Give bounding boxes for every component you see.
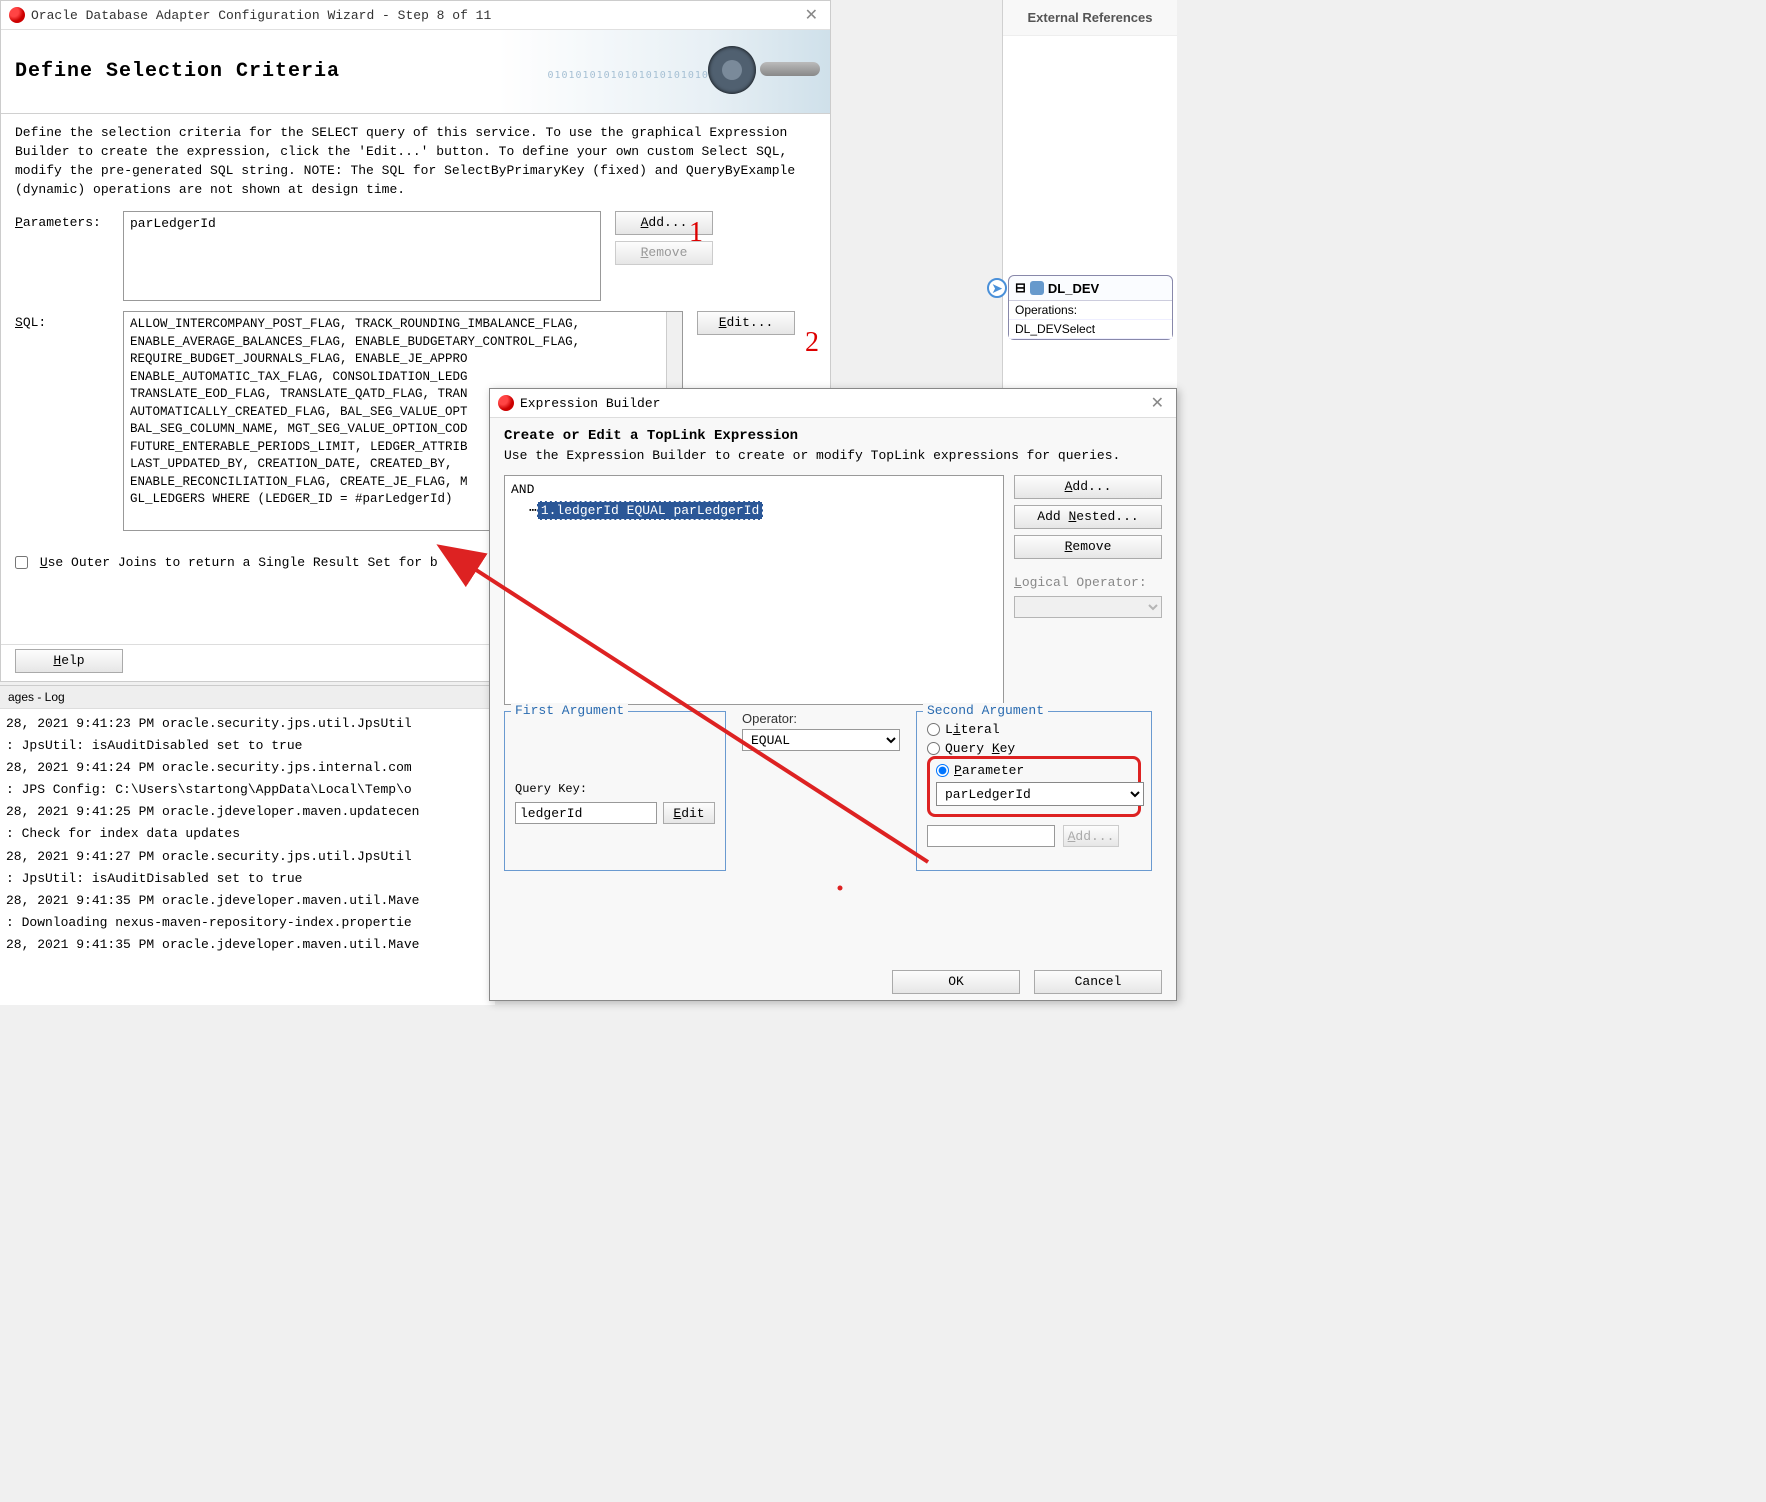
second-arg-blank-input[interactable] — [927, 825, 1055, 847]
operator-label: Operator: — [742, 711, 900, 726]
wand-icon — [760, 62, 820, 76]
tree-child-expression[interactable]: ⋯1.ledgerId EQUAL parLedgerId — [529, 501, 997, 520]
expr-add-nested-button[interactable]: Add Nested... — [1014, 505, 1162, 529]
minus-icon[interactable]: ⊟ — [1015, 280, 1026, 296]
query-key-label: Query Key: — [515, 782, 715, 796]
expression-builder-dialog: Expression Builder ✕ Create or Edit a To… — [489, 388, 1177, 1001]
wizard-titlebar: Oracle Database Adapter Configuration Wi… — [1, 1, 830, 30]
radio-parameter-row[interactable]: Parameter — [936, 763, 1132, 778]
second-argument-legend: Second Argument — [923, 703, 1048, 718]
logical-operator-label: Logical Operator: — [1014, 575, 1162, 590]
reference-node-dl-dev[interactable]: ⊟ DL_DEV Operations: DL_DEVSelect — [1008, 275, 1173, 340]
second-arg-add-button: Add... — [1063, 825, 1119, 847]
help-button[interactable]: Help — [15, 649, 123, 673]
outer-join-label: Use Outer Joins to return a Single Resul… — [40, 555, 438, 570]
expression-tree[interactable]: AND ⋯1.ledgerId EQUAL parLedgerId — [504, 475, 1004, 705]
radio-literal-row[interactable]: Literal — [927, 722, 1141, 737]
tree-selected-expression[interactable]: 1.ledgerId EQUAL parLedgerId — [537, 501, 763, 520]
expr-heading: Create or Edit a TopLink Expression — [504, 428, 1162, 444]
wizard-header: Define Selection Criteria 01010101010101… — [1, 30, 830, 114]
expr-header: Create or Edit a TopLink Expression Use … — [490, 418, 1176, 469]
ok-button[interactable]: OK — [892, 970, 1020, 994]
parameter-select[interactable]: parLedgerId — [936, 782, 1144, 806]
log-body[interactable]: 28, 2021 9:41:23 PM oracle.security.jps.… — [0, 709, 495, 960]
parameters-list[interactable]: parLedgerId — [123, 211, 601, 301]
first-argument-legend: First Argument — [511, 703, 628, 718]
outer-join-checkbox[interactable] — [15, 556, 28, 569]
log-title: ages - Log — [0, 686, 495, 709]
reference-node-name: DL_DEV — [1048, 281, 1099, 296]
annotation-marker-2: 2 — [805, 327, 819, 359]
expr-buttons-column: Add... Add Nested... Remove Logical Oper… — [1014, 475, 1162, 705]
expr-title-text: Expression Builder — [520, 396, 1147, 411]
radio-literal-label: Literal — [945, 722, 1000, 737]
radio-querykey-label: Query Key — [945, 741, 1015, 756]
operator-select[interactable]: EQUAL — [742, 729, 900, 751]
radio-parameter-label: Parameter — [954, 763, 1024, 778]
wizard-heading: Define Selection Criteria — [15, 60, 340, 83]
sql-label: SQL: — [15, 311, 123, 330]
expr-titlebar: Expression Builder ✕ — [490, 389, 1176, 418]
db-reference-icon — [1030, 281, 1044, 295]
parameters-label: Parameters: — [15, 211, 123, 230]
first-arg-edit-button[interactable]: Edit — [663, 802, 715, 824]
radio-querykey-row[interactable]: Query Key — [927, 741, 1141, 756]
first-argument-fieldset: First Argument Query Key: Edit — [504, 711, 726, 871]
second-argument-fieldset: Second Argument Literal Query Key Parame… — [916, 711, 1152, 871]
edit-sql-button[interactable]: Edit... — [697, 311, 795, 335]
reference-node-header: ⊟ DL_DEV — [1009, 276, 1172, 301]
annotation-marker-1: 1 — [689, 217, 703, 249]
log-panel: ages - Log 28, 2021 9:41:23 PM oracle.se… — [0, 685, 495, 1005]
expr-editor-row: AND ⋯1.ledgerId EQUAL parLedgerId Add...… — [490, 469, 1176, 711]
reference-operation-item[interactable]: DL_DEVSelect — [1009, 320, 1172, 339]
oracle-icon — [498, 395, 514, 411]
argument-row: First Argument Query Key: Edit Operator:… — [490, 711, 1176, 881]
query-key-input[interactable] — [515, 802, 657, 824]
sql-buttons: Edit... — [697, 311, 795, 335]
external-references-title: External References — [1003, 0, 1177, 36]
close-icon[interactable]: ✕ — [801, 5, 822, 25]
radio-querykey[interactable] — [927, 742, 940, 755]
wizard-title: Oracle Database Adapter Configuration Wi… — [31, 8, 801, 23]
gear-icon — [708, 46, 756, 94]
expr-subheading: Use the Expression Builder to create or … — [504, 448, 1162, 463]
operator-group: Operator: EQUAL — [736, 711, 906, 771]
reference-input-port-icon: ➤ — [987, 278, 1007, 298]
expr-add-button[interactable]: Add... — [1014, 475, 1162, 499]
radio-parameter[interactable] — [936, 764, 949, 777]
expr-remove-button[interactable]: Remove — [1014, 535, 1162, 559]
expr-footer: OK Cancel — [892, 970, 1162, 994]
close-icon[interactable]: ✕ — [1147, 393, 1168, 413]
parameter-highlight-box: Parameter parLedgerId — [927, 756, 1141, 817]
wizard-description: Define the selection criteria for the SE… — [15, 124, 816, 199]
tree-root-and[interactable]: AND — [511, 482, 997, 497]
radio-literal[interactable] — [927, 723, 940, 736]
reference-operations-label: Operations: — [1009, 301, 1172, 320]
logical-operator-select — [1014, 596, 1162, 618]
parameter-item[interactable]: parLedgerId — [130, 216, 216, 231]
cancel-button[interactable]: Cancel — [1034, 970, 1162, 994]
oracle-icon — [9, 7, 25, 23]
gear-graphic — [700, 40, 820, 104]
